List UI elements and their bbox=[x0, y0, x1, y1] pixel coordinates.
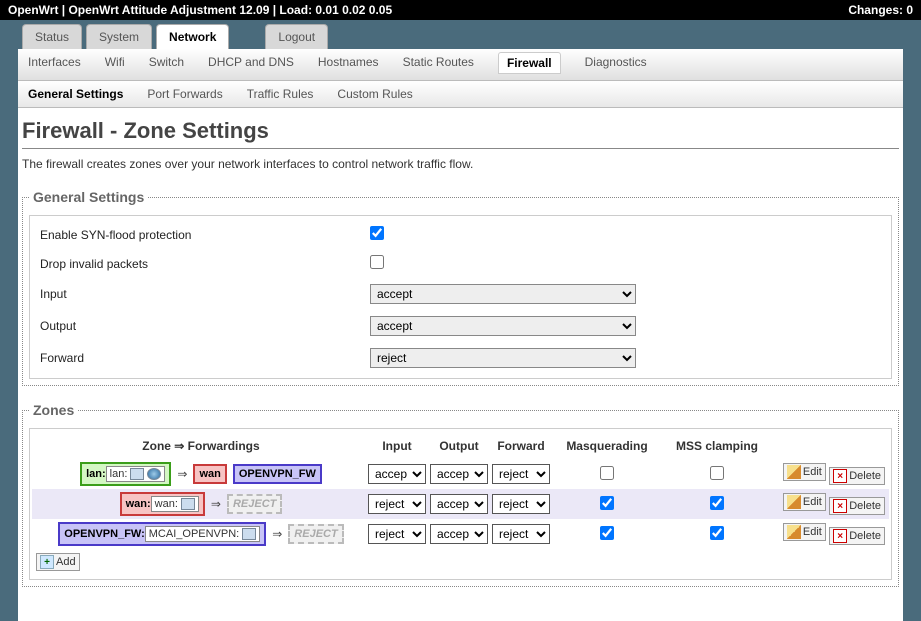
col-output: Output bbox=[428, 439, 490, 453]
subtab-wifi[interactable]: Wifi bbox=[105, 55, 125, 74]
fwtab-general[interactable]: General Settings bbox=[28, 87, 123, 101]
topbar-left: OpenWrt | OpenWrt Attitude Adjustment 12… bbox=[8, 3, 392, 17]
zone-row: wan: wan:⇒REJECTacceptrejectdropacceptre… bbox=[32, 489, 889, 519]
subtab-dhcp[interactable]: DHCP and DNS bbox=[208, 55, 294, 74]
zone-f-select[interactable]: acceptrejectdrop bbox=[492, 494, 550, 514]
subtab-hostnames[interactable]: Hostnames bbox=[318, 55, 379, 74]
col-mss: MSS clamping bbox=[662, 439, 772, 453]
zone-f-select[interactable]: acceptrejectdrop bbox=[492, 464, 550, 484]
tab-network[interactable]: Network bbox=[156, 24, 229, 49]
label-syn: Enable SYN-flood protection bbox=[40, 228, 370, 242]
fwtab-portfwd[interactable]: Port Forwards bbox=[147, 87, 222, 101]
arrow-icon: ⇒ bbox=[272, 527, 282, 541]
checkbox-drop[interactable] bbox=[370, 255, 384, 269]
zone-mss-checkbox[interactable] bbox=[710, 466, 724, 480]
zone-in-select[interactable]: acceptrejectdrop bbox=[368, 524, 426, 544]
zone-masq-checkbox[interactable] bbox=[600, 496, 614, 510]
fwtab-custom[interactable]: Custom Rules bbox=[337, 87, 412, 101]
label-forward: Forward bbox=[40, 351, 370, 365]
col-zone-forwardings: Zone ⇒ Forwardings bbox=[36, 439, 366, 453]
globe-icon bbox=[147, 468, 161, 480]
zone-out-select[interactable]: acceptrejectdrop bbox=[430, 464, 488, 484]
forward-tag: OPENVPN_FW bbox=[233, 464, 322, 484]
tab-status[interactable]: Status bbox=[22, 24, 82, 49]
label-input: Input bbox=[40, 287, 370, 301]
zone-row: OPENVPN_FW: MCAI_OPENVPN: ⇒ REJECT acceptre… bbox=[32, 519, 889, 549]
eth-icon bbox=[242, 528, 256, 540]
zone-tag: lan: lan: bbox=[80, 462, 171, 486]
tab-system[interactable]: System bbox=[86, 24, 152, 49]
forward-tag: wan bbox=[193, 464, 226, 484]
edit-button[interactable]: Edit bbox=[783, 463, 826, 481]
eth-icon bbox=[130, 468, 144, 480]
network-badge: lan: bbox=[106, 466, 166, 482]
edit-button[interactable]: Edit bbox=[783, 493, 826, 511]
forward-tag: REJECT bbox=[288, 524, 343, 544]
page-title: Firewall - Zone Settings bbox=[22, 116, 899, 146]
subtab-routes[interactable]: Static Routes bbox=[403, 55, 474, 74]
edit-icon bbox=[787, 465, 801, 479]
network-badge: wan: bbox=[151, 496, 199, 512]
section-general: General Settings Enable SYN-flood protec… bbox=[22, 189, 899, 386]
topbar-changes[interactable]: Changes: 0 bbox=[848, 3, 913, 17]
add-zone-button[interactable]: +Add bbox=[36, 553, 80, 571]
zone-in-select[interactable]: acceptrejectdrop bbox=[368, 494, 426, 514]
arrow-icon: ⇒ bbox=[211, 497, 221, 511]
select-output[interactable]: acceptrejectdrop bbox=[370, 316, 636, 336]
zone-f-select[interactable]: acceptrejectdrop bbox=[492, 524, 550, 544]
edit-icon bbox=[787, 525, 801, 539]
zone-masq-checkbox[interactable] bbox=[600, 466, 614, 480]
tab-logout[interactable]: Logout bbox=[265, 24, 328, 49]
fwtab-traffic[interactable]: Traffic Rules bbox=[247, 87, 314, 101]
col-forward: Forward bbox=[490, 439, 552, 453]
zone-tag: wan: wan: bbox=[120, 492, 205, 516]
label-output: Output bbox=[40, 319, 370, 333]
zone-out-select[interactable]: acceptrejectdrop bbox=[430, 524, 488, 544]
zone-mss-checkbox[interactable] bbox=[710, 496, 724, 510]
select-forward[interactable]: acceptrejectdrop bbox=[370, 348, 636, 368]
section-zones: Zones Zone ⇒ Forwardings Input Output Fo… bbox=[22, 402, 899, 587]
legend-zones: Zones bbox=[29, 402, 78, 418]
label-drop: Drop invalid packets bbox=[40, 257, 370, 271]
arrow-icon: ⇒ bbox=[177, 467, 187, 481]
delete-button[interactable]: ×Delete bbox=[829, 527, 885, 545]
subtab-switch[interactable]: Switch bbox=[149, 55, 184, 74]
delete-button[interactable]: ×Delete bbox=[829, 467, 885, 485]
eth-icon bbox=[181, 498, 195, 510]
network-badge: MCAI_OPENVPN: bbox=[145, 526, 260, 542]
legend-general: General Settings bbox=[29, 189, 148, 205]
zone-masq-checkbox[interactable] bbox=[600, 526, 614, 540]
zone-in-select[interactable]: acceptrejectdrop bbox=[368, 464, 426, 484]
subtab-interfaces[interactable]: Interfaces bbox=[28, 55, 81, 74]
zone-out-select[interactable]: acceptrejectdrop bbox=[430, 494, 488, 514]
edit-button[interactable]: Edit bbox=[783, 523, 826, 541]
delete-icon: × bbox=[833, 469, 847, 483]
select-input[interactable]: acceptrejectdrop bbox=[370, 284, 636, 304]
zone-mss-checkbox[interactable] bbox=[710, 526, 724, 540]
col-masq: Masquerading bbox=[552, 439, 662, 453]
zone-tag: OPENVPN_FW: MCAI_OPENVPN: bbox=[58, 522, 266, 546]
col-input: Input bbox=[366, 439, 428, 453]
edit-icon bbox=[787, 495, 801, 509]
subtab-diag[interactable]: Diagnostics bbox=[585, 55, 647, 74]
delete-icon: × bbox=[833, 529, 847, 543]
add-icon: + bbox=[40, 555, 54, 569]
zone-row: lan: lan:⇒wanOPENVPN_FWacceptrejectdropa… bbox=[32, 459, 889, 489]
delete-button[interactable]: ×Delete bbox=[829, 497, 885, 515]
subtab-firewall[interactable]: Firewall bbox=[498, 52, 561, 74]
checkbox-syn[interactable] bbox=[370, 226, 384, 240]
delete-icon: × bbox=[833, 499, 847, 513]
page-desc: The firewall creates zones over your net… bbox=[22, 157, 899, 171]
forward-tag: REJECT bbox=[227, 494, 282, 514]
